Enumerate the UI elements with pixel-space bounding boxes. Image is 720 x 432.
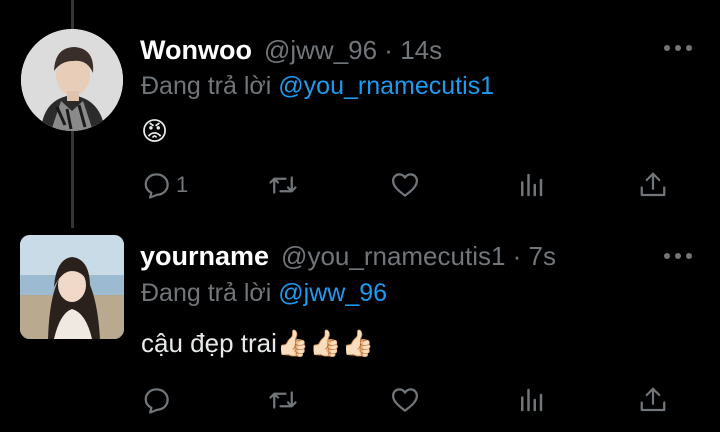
time-separator: ·	[377, 35, 401, 65]
retweet-icon	[269, 391, 297, 409]
avatar-photo	[20, 235, 124, 339]
display-name[interactable]: Wonwoo	[140, 35, 252, 66]
reply-icon	[144, 388, 169, 414]
share-icon	[640, 172, 666, 197]
more-options-icon[interactable]	[664, 246, 692, 266]
share-icon	[640, 387, 666, 412]
display-name[interactable]: yourname	[140, 241, 269, 272]
avatar[interactable]	[21, 29, 123, 131]
stats-icon	[521, 388, 543, 412]
replying-to-label: Đang trả lời	[141, 72, 279, 100]
heart-icon	[392, 388, 418, 412]
retweet-button[interactable]	[268, 168, 298, 202]
stats-icon	[521, 173, 543, 197]
more-options-icon[interactable]	[664, 38, 692, 58]
heart-icon	[392, 173, 418, 197]
share-button[interactable]	[638, 383, 668, 417]
like-button[interactable]	[390, 168, 420, 202]
tweet-text: cậu đẹp trai👍🏻👍🏻👍🏻	[141, 328, 374, 358]
tweet-header: Wonwoo @jww_96 · 14s	[140, 35, 442, 66]
reply-button[interactable]	[142, 383, 176, 417]
replying-to: Đang trả lời @you_rnamecutis1	[141, 72, 494, 101]
reply-icon	[144, 173, 169, 199]
reply-button[interactable]: 1	[142, 168, 188, 202]
avatar[interactable]	[20, 235, 124, 339]
tweet[interactable]: yourname @you_rnamecutis1 · 7s Đang trả …	[0, 228, 720, 432]
share-button[interactable]	[638, 168, 668, 202]
mention-link[interactable]: @jww_96	[278, 279, 387, 307]
timestamp[interactable]: 14s	[400, 35, 442, 65]
replying-to: Đang trả lời @jww_96	[141, 279, 387, 308]
reply-count: 1	[176, 172, 189, 197]
retweet-button[interactable]	[268, 383, 298, 417]
avatar-photo	[21, 29, 123, 131]
user-handle[interactable]: @jww_96 · 14s	[264, 35, 442, 66]
view-stats-button[interactable]	[516, 383, 546, 417]
tweet-actions	[0, 383, 720, 417]
tweet[interactable]: Wonwoo @jww_96 · 14s Đang trả lời @you_r…	[0, 0, 720, 228]
like-button[interactable]	[390, 383, 420, 417]
mention-link[interactable]: @you_rnamecutis1	[278, 72, 494, 100]
tweet-actions: 1	[0, 168, 720, 202]
tweet-text: 😡	[141, 116, 169, 146]
replying-to-label: Đang trả lời	[141, 279, 279, 307]
time-separator: ·	[505, 241, 529, 271]
user-handle[interactable]: @you_rnamecutis1 · 7s	[281, 241, 556, 272]
retweet-icon	[269, 176, 297, 194]
view-stats-button[interactable]	[516, 168, 546, 202]
timestamp[interactable]: 7s	[529, 241, 556, 271]
tweet-header: yourname @you_rnamecutis1 · 7s	[140, 241, 556, 272]
